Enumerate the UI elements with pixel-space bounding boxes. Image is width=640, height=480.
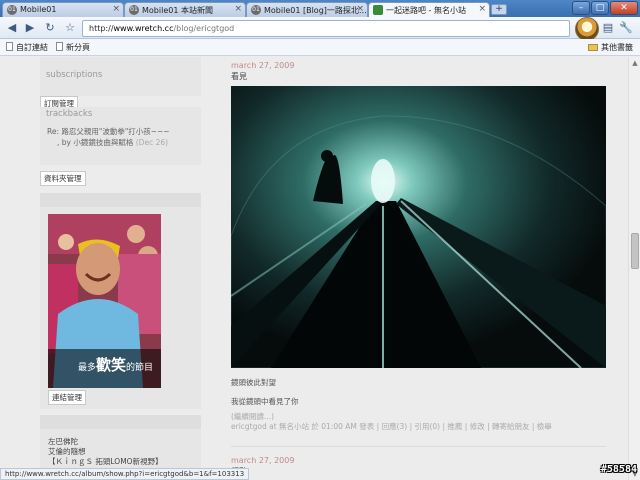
trackback-date: (Dec 26) (135, 138, 169, 147)
tunnel-photo-image (231, 86, 606, 368)
wrench-icon[interactable]: 🔧 (618, 20, 634, 36)
bookmark-label: 新分頁 (66, 43, 90, 52)
page-viewport: subscriptions 訂閱管理 trackbacks Re: 路忍父親用"… (0, 57, 628, 480)
sidebar-top-box (40, 57, 201, 68)
maximize-button[interactable]: □ (591, 1, 609, 15)
new-tab-button[interactable]: + (491, 4, 507, 15)
close-icon[interactable]: × (478, 4, 486, 14)
bookmarks-bar: 自訂連結 新分頁 其他書籤 (0, 39, 640, 56)
tab-mobile01-blog[interactable]: 01 Mobile01 [Blog]一路探北… × (246, 2, 368, 17)
reload-button[interactable]: ↻ (42, 20, 58, 36)
bookmark-label: 自訂連結 (16, 43, 48, 52)
minimize-button[interactable]: – (572, 1, 590, 15)
post-line-1: 鏡頭彼此對望 (231, 378, 276, 387)
sidebar-divider (40, 415, 201, 429)
url-host: www.wretch.cc (113, 24, 174, 33)
page-icon (56, 42, 63, 51)
close-icon[interactable]: × (356, 4, 364, 14)
browser-logo-icon (575, 17, 599, 41)
blog-link[interactable]: 【ＫｉｎｇＳ 拓頭LOMO新視野】 (48, 457, 163, 467)
bookmark-label: 其他書籤 (601, 43, 633, 52)
url-path: /blog/ericgtgod (173, 24, 235, 33)
next-post-date: march 27, 2009 (231, 456, 295, 465)
tab-label: Mobile01 (20, 5, 57, 14)
close-window-button[interactable]: ✕ (610, 1, 638, 15)
post-date: march 27, 2009 (231, 61, 295, 70)
browser-titlebar: 01 Mobile01 × 01 Mobile01 本站新聞 × 01 Mobi… (0, 0, 640, 17)
vertical-scrollbar[interactable]: ▲ ▼ (628, 57, 640, 480)
wretch-favicon-icon (373, 5, 383, 15)
trackback-item[interactable]: Re: 路忍父親用"波動拳"打小孩~~~ , by 小鏡鏡技曲與賦格 (Dec … (47, 126, 170, 148)
blog-link[interactable]: 艾倫的隨想 (48, 447, 163, 457)
mobile01-favicon-icon: 01 (251, 5, 261, 15)
tab-mobile01-news[interactable]: 01 Mobile01 本站新聞 × (124, 2, 246, 17)
photo-caption-big: 歡笑 (96, 356, 127, 374)
links-list: 左巴佛陀 艾倫的隨想 【ＫｉｎｇＳ 拓頭LOMO新視野】 (48, 437, 163, 467)
post-meta[interactable]: ericgtgod at 無名小站 於 01:00 AM 發表 | 回應(3) … (231, 421, 552, 432)
status-bar-url: http://www.wretch.cc/album/show.php?i=er… (0, 468, 250, 480)
close-icon[interactable]: × (234, 4, 242, 14)
mobile01-favicon-icon: 01 (129, 5, 139, 15)
tab-label: Mobile01 [Blog]一路探北… (264, 6, 367, 15)
post-divider (231, 446, 606, 447)
album-photo[interactable]: 最多歡笑的節目 (48, 214, 161, 388)
tunnel-photo[interactable] (231, 86, 606, 368)
browser-toolbar: ◀ ▶ ↻ ☆ http://www.wretch.cc/blog/ericgt… (0, 17, 640, 39)
photo-caption: 最多歡笑的節目 (78, 354, 153, 375)
post-title[interactable]: 看見 (231, 71, 247, 82)
tab-mobile01[interactable]: 01 Mobile01 × (2, 2, 124, 17)
photo-caption-post: 的節目 (126, 363, 154, 373)
scroll-up-icon[interactable]: ▲ (630, 58, 640, 68)
post-line-2: 我從鏡頭中看見了你 (231, 397, 299, 406)
bookmark-star-icon[interactable]: ☆ (62, 20, 78, 36)
folder-icon (588, 44, 598, 51)
page-icon (6, 42, 13, 51)
page-menu-icon[interactable]: ▤ (600, 20, 616, 36)
folder-manage-link[interactable]: 資料夾管理 (40, 171, 86, 186)
tab-label: 一起迷路吧 - 無名小站 (386, 6, 466, 15)
photo-caption-pre: 最多 (78, 363, 97, 373)
back-button[interactable]: ◀ (4, 20, 20, 36)
address-bar[interactable]: http://www.wretch.cc/blog/ericgtgod (82, 20, 570, 37)
mobile01-favicon-icon: 01 (7, 5, 17, 15)
sidebar-divider (40, 193, 201, 207)
close-icon[interactable]: × (112, 4, 120, 14)
image-id-watermark: #58584 (600, 464, 637, 475)
subscriptions-section: subscriptions (40, 68, 201, 96)
trackbacks-title: trackbacks (46, 109, 93, 119)
forward-button[interactable]: ▶ (22, 20, 38, 36)
bookmark-other[interactable]: 其他書籤 (588, 42, 633, 53)
trackback-by: , by (57, 138, 74, 147)
subscriptions-title: subscriptions (46, 70, 103, 80)
tab-label: Mobile01 本站新聞 (142, 6, 213, 15)
trackback-author: 小鏡鏡技曲與賦格 (73, 138, 134, 147)
url-prefix: http:// (89, 24, 114, 33)
scroll-thumb[interactable] (631, 233, 639, 269)
tab-wretch-blog[interactable]: 一起迷路吧 - 無名小站 × (368, 2, 490, 17)
trackback-title: Re: 路忍父親用"波動拳"打小孩~~~ (47, 127, 170, 136)
bookmark-custom-links[interactable]: 自訂連結 (6, 42, 48, 53)
link-manage-link[interactable]: 連結管理 (48, 390, 86, 405)
bookmark-new-tab[interactable]: 新分頁 (56, 42, 90, 53)
blog-link[interactable]: 左巴佛陀 (48, 437, 163, 447)
